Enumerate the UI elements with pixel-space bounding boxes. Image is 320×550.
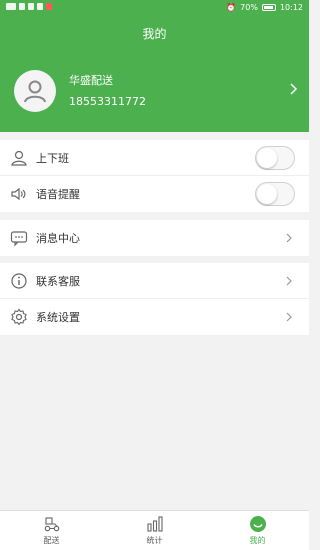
profile-card[interactable]: 华盛配送 18553311772 bbox=[14, 70, 299, 112]
status-right: ⏰ 70% 10:12 bbox=[226, 3, 303, 12]
voice-reminder-toggle[interactable] bbox=[255, 182, 295, 206]
person-icon bbox=[10, 149, 28, 167]
gear-icon bbox=[10, 308, 28, 326]
bottom-tab-bar: 配送 统计 我的 bbox=[0, 510, 309, 550]
row-shift-toggle[interactable]: 上下班 bbox=[0, 140, 309, 176]
row-label: 上下班 bbox=[36, 151, 69, 165]
row-message-center[interactable]: 消息中心 bbox=[0, 220, 309, 256]
battery-icon bbox=[261, 4, 276, 11]
row-label: 系统设置 bbox=[36, 311, 80, 324]
row-label: 语音提醒 bbox=[36, 188, 80, 201]
signal-icon bbox=[19, 3, 25, 10]
page-title: 我的 bbox=[142, 27, 167, 41]
tab-label: 我的 bbox=[249, 536, 266, 545]
support-group: 联系客服 系统设置 bbox=[0, 263, 309, 335]
shift-toggle[interactable] bbox=[255, 146, 295, 170]
signal-icon bbox=[28, 3, 34, 10]
row-label: 联系客服 bbox=[36, 274, 80, 288]
profile-name: 华盛配送 bbox=[69, 74, 113, 87]
chevron-right-icon bbox=[286, 233, 292, 243]
status-bar: ⏰ 70% 10:12 bbox=[0, 0, 309, 16]
profile-info: 华盛配送 18553311772 bbox=[69, 74, 146, 108]
avatar bbox=[14, 70, 56, 112]
header: ⏰ 70% 10:12 我的 华盛配送 18553311772 bbox=[0, 0, 309, 132]
row-label: 消息中心 bbox=[36, 232, 80, 245]
row-contact-support[interactable]: 联系客服 bbox=[0, 263, 309, 299]
statistics-icon bbox=[146, 515, 164, 533]
notification-icon bbox=[46, 3, 52, 10]
sim-icon bbox=[6, 3, 16, 10]
speaker-icon bbox=[10, 185, 28, 203]
user-avatar-icon bbox=[24, 80, 46, 103]
chevron-right-icon bbox=[286, 276, 292, 286]
tab-delivery[interactable]: 配送 bbox=[0, 511, 103, 550]
status-left-icons bbox=[6, 3, 52, 10]
profile-icon bbox=[249, 515, 267, 533]
toggle-knob bbox=[257, 148, 277, 168]
tab-profile[interactable]: 我的 bbox=[206, 511, 309, 550]
row-voice-reminder[interactable]: 语音提醒 bbox=[0, 176, 309, 212]
tab-label: 配送 bbox=[43, 536, 60, 545]
info-icon bbox=[10, 272, 28, 290]
profile-phone: 18553311772 bbox=[69, 95, 146, 108]
delivery-icon bbox=[43, 515, 61, 533]
row-system-settings[interactable]: 系统设置 bbox=[0, 299, 309, 335]
clock: 10:12 bbox=[279, 3, 303, 12]
message-group: 消息中心 bbox=[0, 220, 309, 256]
alarm-icon: ⏰ bbox=[226, 3, 237, 12]
battery-percent: 70% bbox=[240, 3, 258, 12]
tab-label: 统计 bbox=[146, 536, 163, 545]
wifi-icon bbox=[37, 3, 43, 10]
settings-toggle-group: 上下班 语音提醒 bbox=[0, 140, 309, 212]
toggle-knob bbox=[257, 184, 277, 204]
chevron-right-icon bbox=[290, 83, 298, 95]
chevron-right-icon bbox=[286, 312, 292, 322]
message-icon bbox=[10, 229, 28, 247]
tab-statistics[interactable]: 统计 bbox=[103, 511, 206, 550]
